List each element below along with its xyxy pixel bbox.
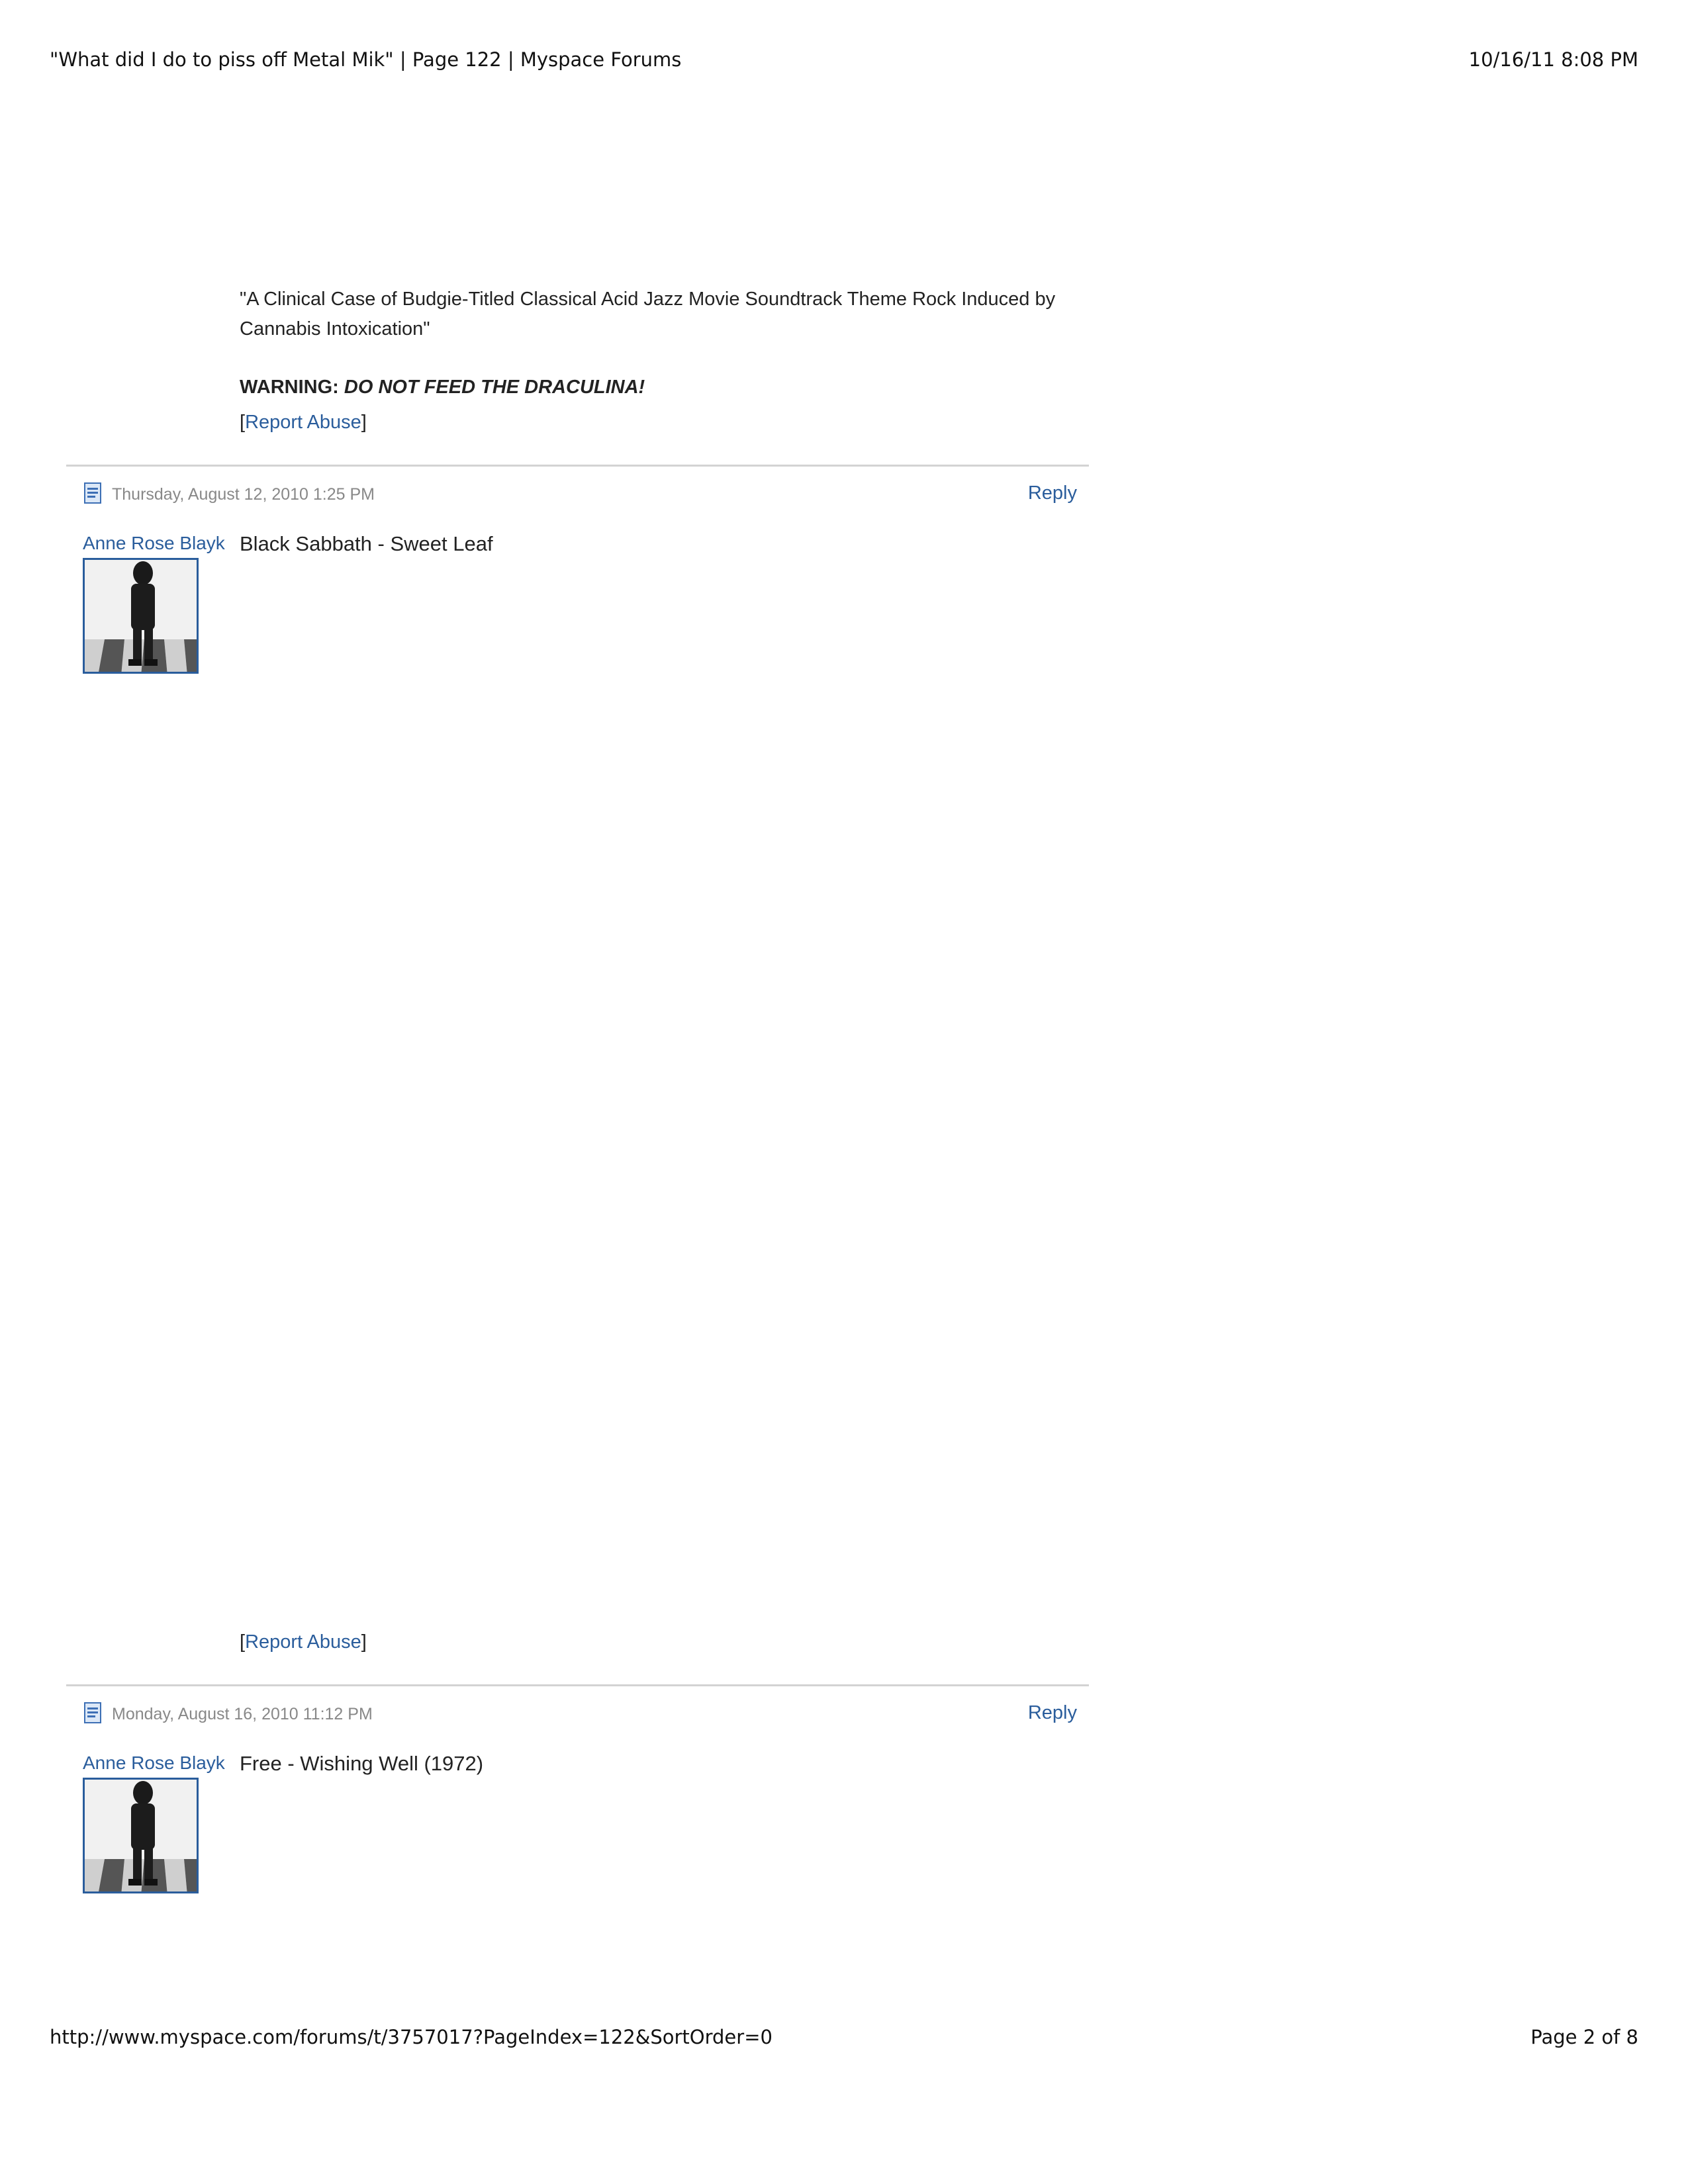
signature-warning: WARNING: DO NOT FEED THE DRACULINA!	[240, 373, 1080, 402]
post-divider	[66, 465, 1089, 467]
print-timestamp: 10/16/11 8:08 PM	[1468, 48, 1638, 71]
warning-label: WARNING:	[240, 377, 339, 398]
page-title: "What did I do to piss off Metal Mik" | …	[50, 48, 682, 71]
user-avatar-image	[85, 560, 197, 672]
print-footer: http://www.myspace.com/forums/t/3757017?…	[50, 2024, 1638, 2050]
avatar[interactable]	[83, 558, 199, 674]
page-url: http://www.myspace.com/forums/t/3757017?…	[50, 2026, 773, 2048]
print-header: "What did I do to piss off Metal Mik" | …	[50, 46, 1638, 73]
author-name-link[interactable]: Anne Rose Blayk	[83, 533, 225, 554]
user-avatar-image	[85, 1780, 197, 1891]
post-header: Thursday, August 12, 2010 1:25 PM Reply	[84, 481, 1077, 508]
post-body: Black Sabbath - Sweet Leaf	[240, 532, 493, 555]
post-date: Thursday, August 12, 2010 1:25 PM	[112, 485, 375, 504]
post-date: Monday, August 16, 2010 11:12 PM	[112, 1705, 373, 1723]
avatar[interactable]	[83, 1778, 199, 1893]
page-number: Page 2 of 8	[1530, 2026, 1638, 2048]
reply-link[interactable]: Reply	[1028, 1702, 1077, 1724]
report-abuse-link[interactable]: Report Abuse	[245, 1631, 361, 1653]
post-header: Monday, August 16, 2010 11:12 PM Reply	[84, 1701, 1077, 1727]
post-body: Free - Wishing Well (1972)	[240, 1752, 484, 1775]
reply-link[interactable]: Reply	[1028, 482, 1077, 504]
report-abuse-container: [Report Abuse]	[240, 1631, 367, 1653]
document-icon	[84, 482, 101, 504]
report-abuse-link[interactable]: Report Abuse	[245, 412, 361, 433]
post-divider	[66, 1684, 1089, 1686]
signature-quote: "A Clinical Case of Budgie-Titled Classi…	[240, 289, 1056, 340]
report-abuse-container: [Report Abuse]	[240, 412, 367, 433]
author-name-link[interactable]: Anne Rose Blayk	[83, 1752, 225, 1774]
warning-text: DO NOT FEED THE DRACULINA!	[344, 377, 645, 398]
document-icon	[84, 1702, 101, 1723]
